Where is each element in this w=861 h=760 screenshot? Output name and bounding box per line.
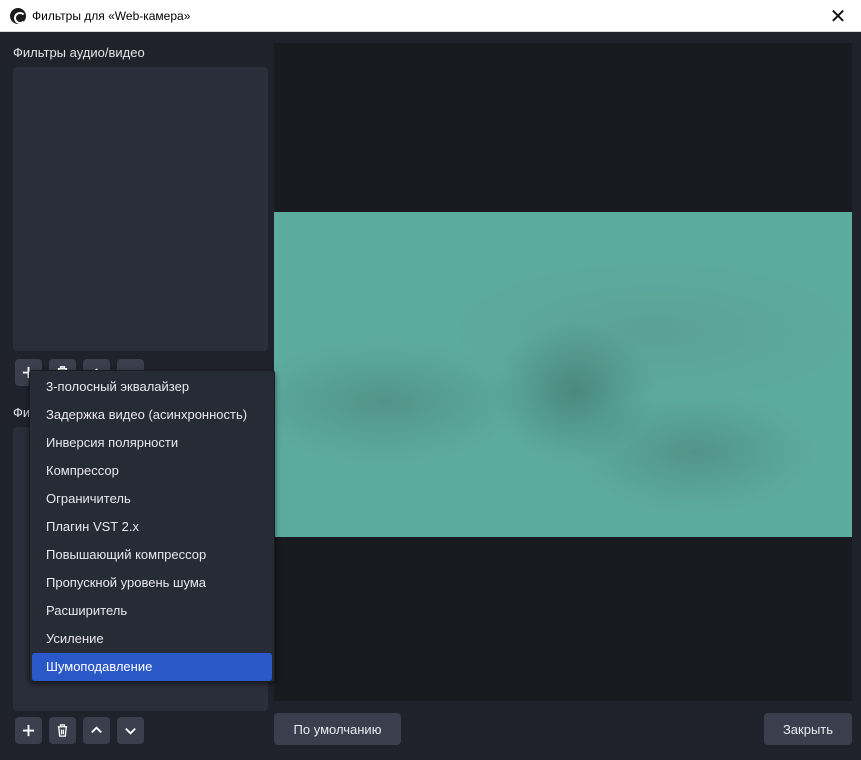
remove-effect-filter-button[interactable]	[49, 717, 76, 744]
effect-filters-label: Фи	[13, 405, 31, 420]
menu-item[interactable]: Плагин VST 2.x	[32, 513, 272, 541]
window-title: Фильтры для «Web-камера»	[32, 8, 191, 23]
close-button[interactable]: Закрыть	[764, 713, 852, 745]
menu-item[interactable]: Расширитель	[32, 597, 272, 625]
move-effect-filter-down-button[interactable]	[117, 717, 144, 744]
audio-video-filters-label: Фильтры аудио/видео	[13, 45, 145, 60]
chevron-up-icon	[91, 726, 102, 734]
title-bar: Фильтры для «Web-камера» ✕	[0, 0, 861, 32]
chevron-down-icon	[125, 727, 136, 735]
webcam-preview-image	[274, 212, 852, 537]
menu-item[interactable]: Задержка видео (асинхронность)	[32, 401, 272, 429]
defaults-button[interactable]: По умолчанию	[274, 713, 401, 745]
menu-item[interactable]: 3-полосный эквалайзер	[32, 373, 272, 401]
menu-item[interactable]: Инверсия полярности	[32, 429, 272, 457]
close-window-button[interactable]: ✕	[815, 0, 861, 32]
menu-item[interactable]: Усиление	[32, 625, 272, 653]
add-effect-filter-button[interactable]	[15, 717, 42, 744]
obs-app-icon	[10, 7, 26, 24]
preview-area	[274, 43, 852, 701]
menu-item[interactable]: Компрессор	[32, 457, 272, 485]
menu-item[interactable]: Шумоподавление	[32, 653, 272, 681]
trash-icon	[57, 724, 68, 737]
menu-item[interactable]: Повышающий компрессор	[32, 541, 272, 569]
move-effect-filter-up-button[interactable]	[83, 717, 110, 744]
menu-item[interactable]: Ограничитель	[32, 485, 272, 513]
add-filter-menu: 3-полосный эквалайзер Задержка видео (аси…	[29, 370, 275, 682]
menu-item[interactable]: Пропускной уровень шума	[32, 569, 272, 597]
audio-video-filters-list[interactable]	[13, 67, 268, 351]
plus-icon	[22, 724, 35, 737]
